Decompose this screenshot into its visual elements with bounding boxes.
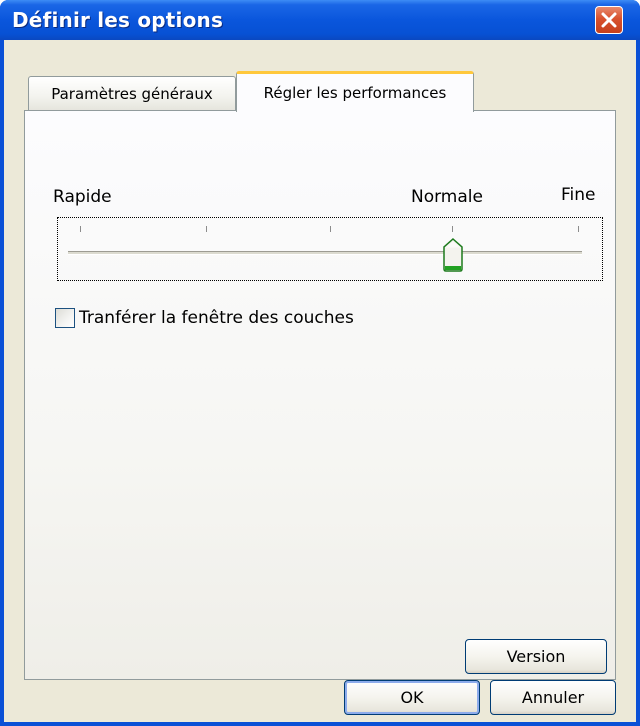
slider-thumb-icon	[443, 237, 463, 272]
tab-general-settings-label: Paramètres généraux	[51, 84, 213, 103]
version-button[interactable]: Version	[465, 639, 607, 674]
slider-tick	[206, 226, 207, 232]
performance-panel: Rapide Normale Fine Tranférer la fenêtre…	[24, 110, 616, 680]
title-bar[interactable]: Définir les options	[0, 0, 640, 40]
checkbox-box[interactable]	[55, 308, 75, 328]
tab-general-settings[interactable]: Paramètres généraux	[28, 76, 236, 110]
quality-slider[interactable]	[57, 217, 603, 281]
tab-performance[interactable]: Régler les performances	[236, 71, 474, 112]
cancel-button-label: Annuler	[521, 688, 585, 707]
slider-label-normal: Normale	[411, 187, 483, 207]
slider-tick	[578, 226, 579, 232]
cancel-button[interactable]: Annuler	[490, 680, 616, 715]
slider-tick	[80, 226, 81, 232]
dialog-body: Paramètres généraux Régler les performan…	[4, 40, 636, 722]
slider-track[interactable]	[68, 251, 582, 255]
ok-button[interactable]: OK	[344, 680, 480, 715]
checkbox-label: Tranférer la fenêtre des couches	[79, 308, 354, 328]
version-button-label: Version	[506, 647, 566, 666]
close-button[interactable]	[595, 6, 623, 34]
ok-button-label: OK	[400, 688, 424, 707]
tab-performance-label: Régler les performances	[263, 84, 447, 102]
window-title: Définir les options	[12, 8, 224, 32]
slider-tick	[452, 226, 453, 232]
slider-label-fine: Fine	[561, 185, 596, 205]
close-icon	[601, 12, 617, 28]
transfer-layers-window-checkbox[interactable]: Tranférer la fenêtre des couches	[55, 307, 354, 329]
options-dialog: Définir les options Paramètres généraux …	[0, 0, 640, 726]
slider-label-fast: Rapide	[53, 187, 112, 207]
slider-thumb[interactable]	[442, 237, 464, 272]
slider-tick	[330, 226, 331, 232]
